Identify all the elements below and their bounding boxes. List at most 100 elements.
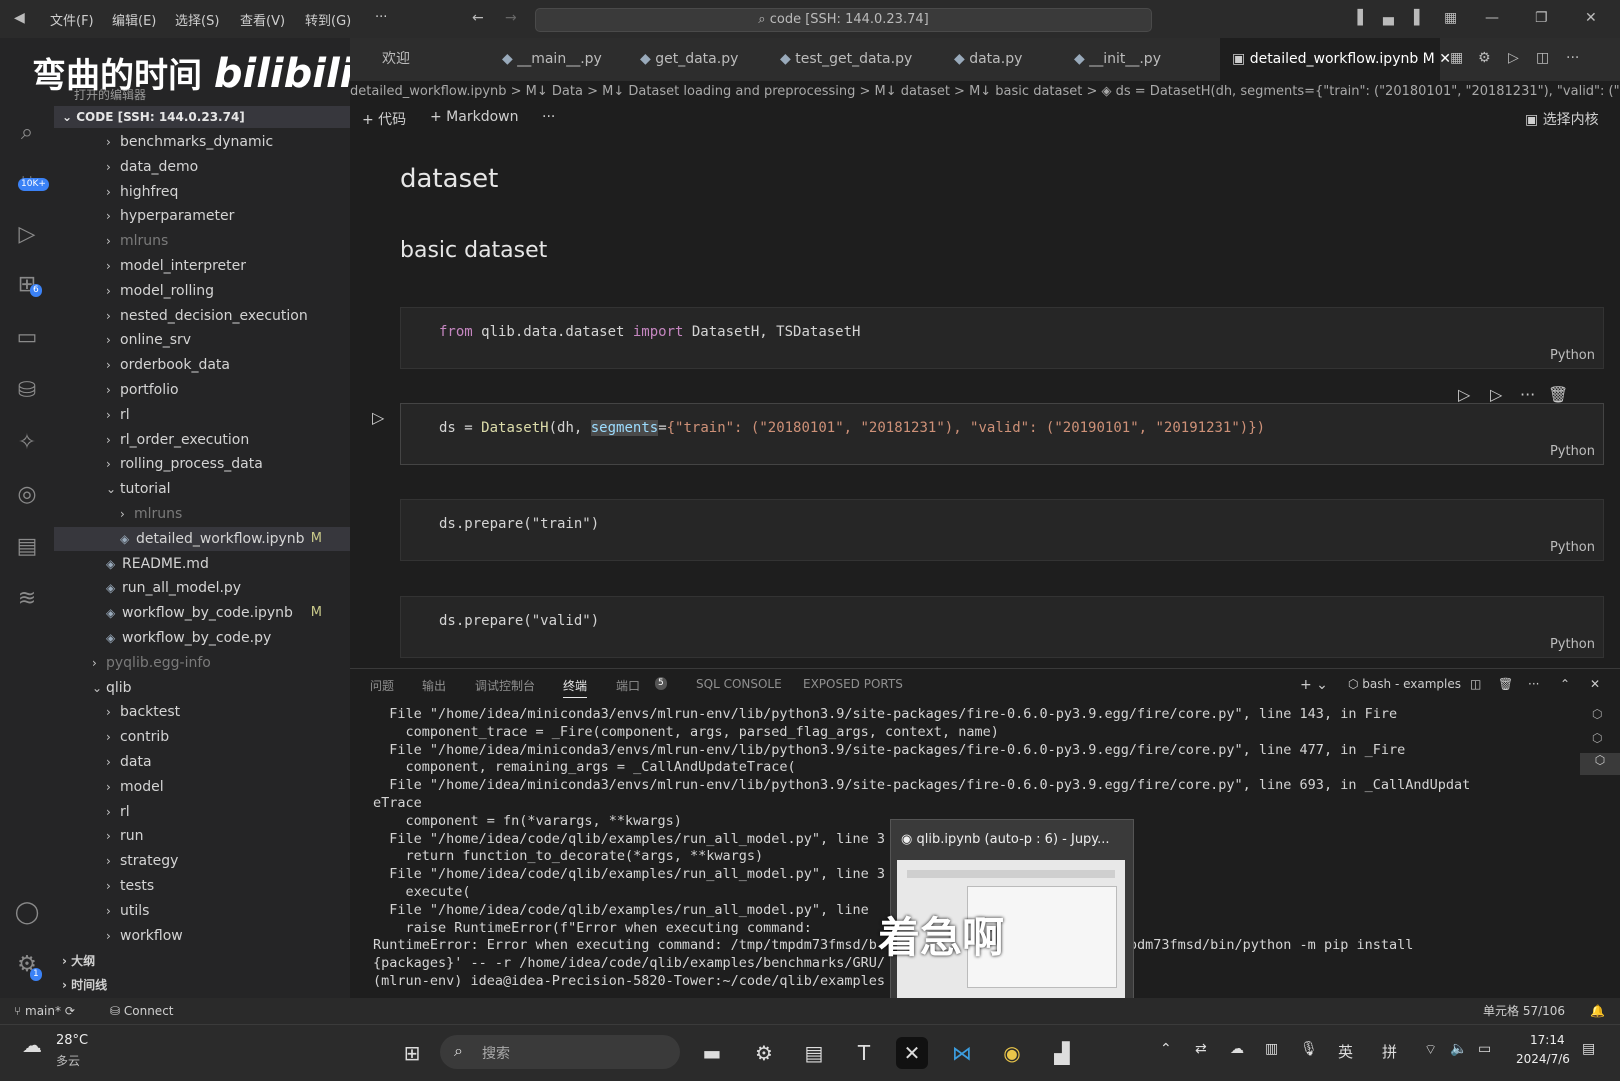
run-debug-icon[interactable]: ▷ [12,220,42,250]
folder-icon[interactable]: ▤ [12,532,42,562]
timeline-section[interactable]: › 时间线 [62,976,107,993]
ime-english[interactable]: 英 [1338,1041,1353,1062]
chrome-app-icon[interactable]: ◉ [996,1037,1028,1069]
tree-folder-item[interactable]: › hyperparameter [54,204,350,228]
new-terminal-icon[interactable]: + ⌄ [1300,677,1328,693]
tree-folder-item[interactable]: › benchmarks_dynamic [54,130,350,154]
toolbar-more-button[interactable]: ··· [542,109,555,125]
typora-icon[interactable]: T [848,1037,880,1069]
account-icon[interactable]: ◯ [12,898,42,928]
menu-view[interactable]: 查看(V) [240,10,285,29]
breadcrumb[interactable]: detailed_workflow.ipynb > M↓ Data > M↓ D… [350,81,1620,103]
run-below-icon[interactable]: ▷ [1490,385,1502,404]
terminal-instance-icon[interactable]: ⬡ [1592,731,1602,745]
delete-cell-icon[interactable]: 🗑 [1548,385,1568,404]
tree-folder-item[interactable]: › model [54,775,350,799]
remote-explorer-icon[interactable]: ▭ [12,323,42,353]
tree-file-item[interactable]: ◈ README.md [54,552,350,576]
more-actions-icon[interactable]: ··· [1566,50,1579,66]
select-kernel-button[interactable]: ▣ 选择内核 [1525,109,1599,129]
tree-folder-item[interactable]: › nested_decision_execution [54,304,350,328]
panel-tab-problems[interactable]: 问题 [370,677,394,694]
terminal-instance-active-icon[interactable]: ⬡ [1580,753,1620,775]
tab-detailed-workflow[interactable]: ▣ detailed_workflow.ipynb M ✕ [1220,38,1451,81]
tree-folder-item[interactable]: › rolling_process_data [54,452,350,476]
tree-file-item[interactable]: ◈ workflow_by_code.ipynb M [54,601,350,625]
run-all-icon[interactable]: ▷ [1508,50,1519,66]
add-code-cell-button[interactable]: + 代码 [362,109,406,129]
toggle-sidebar-icon[interactable]: ▐ [1352,10,1363,26]
clock-date[interactable]: 2024/7/6 [1516,1052,1570,1066]
panel-tab-exposed-ports[interactable]: EXPOSED PORTS [803,677,903,691]
tab-data-py[interactable]: ◆ data.py [942,38,1022,81]
cell-more-icon[interactable]: ··· [1520,385,1535,404]
git-branch-status[interactable]: ⑂ main* ⟳ [14,998,75,1024]
cell-language-label[interactable]: Python [1550,444,1595,459]
tree-folder-item[interactable]: › data_demo [54,155,350,179]
connect-status[interactable]: ⛁ Connect [110,998,174,1024]
code-cell-prepare-valid[interactable]: ds.prepare("valid") Python [400,596,1604,658]
panel-tab-ports[interactable]: 端口 [616,677,640,694]
toggle-panel-icon[interactable]: ▄ [1383,10,1394,26]
tree-file-item[interactable]: ◈ workflow_by_code.py [54,626,350,650]
cell-language-label[interactable]: Python [1550,348,1595,363]
cloud-tray-icon[interactable]: ☁ [1230,1041,1244,1057]
gear-icon[interactable]: ⚙ [1478,50,1491,66]
split-editor-icon[interactable]: ◫ [1536,50,1549,66]
explorer-root-header[interactable]: ⌄ CODE [SSH: 144.0.23.74] [54,106,350,128]
notebook-icon[interactable]: ▦ [1450,50,1463,66]
tree-folder-item[interactable]: › portfolio [54,378,350,402]
tree-folder-item[interactable]: › workflow [54,924,350,948]
tree-folder-item[interactable]: › rl [54,800,350,824]
forward-arrow-icon[interactable]: → [505,10,517,26]
code-cell-import[interactable]: from qlib.data.dataset import DatasetH, … [400,307,1604,369]
settings-app-icon[interactable]: ⚙ [748,1037,780,1069]
app-icon[interactable]: ▟ [1046,1037,1078,1069]
menu-more[interactable]: ··· [375,10,387,25]
restore-icon[interactable]: ❐ [1535,10,1548,26]
windows-start-icon[interactable]: ⊞ [396,1037,428,1069]
tree-folder-item[interactable]: › mlruns [54,502,350,526]
menu-edit[interactable]: 编辑(E) [112,10,156,29]
command-center[interactable]: ⌕ code [SSH: 144.0.23.74] [535,8,1152,32]
tree-folder-item[interactable]: › model_interpreter [54,254,350,278]
clock-time[interactable]: 17:14 [1530,1033,1565,1047]
battery-icon[interactable]: ▭ [1478,1041,1491,1057]
run-cell-icon[interactable]: ▷ [372,408,384,427]
file-manager-icon[interactable]: ▬ [696,1037,728,1069]
weather-icon[interactable]: ☁ [22,1033,42,1057]
tree-folder-item[interactable]: › mlruns [54,229,350,253]
close-panel-icon[interactable]: ✕ [1590,677,1600,691]
python-icon[interactable]: ✧ [12,428,42,458]
microphone-icon[interactable]: 🎙 [1300,1041,1318,1057]
code-cell-datasetH[interactable]: ds = DatasetH(dh, segments={"train": ("2… [400,403,1604,465]
tab-test-get-data-py[interactable]: ◆ test_get_data.py [768,38,912,81]
tree-file-item[interactable]: ◈ detailed_workflow.ipynb M [54,526,350,551]
maximize-panel-icon[interactable]: ⌃ [1560,677,1570,691]
tree-file-item[interactable]: ◈ run_all_model.py [54,576,350,600]
remote-icon[interactable]: ◎ [12,480,42,510]
code-cell-prepare-train[interactable]: ds.prepare("train") Python [400,499,1604,561]
tree-folder-item[interactable]: › backtest [54,700,350,724]
split-terminal-icon[interactable]: ◫ [1470,677,1481,691]
terminal-instance-icon[interactable]: ⬡ [1592,707,1602,721]
ime-pinyin[interactable]: 拼 [1382,1041,1397,1062]
tree-folder-item[interactable]: › rl [54,403,350,427]
tray-icon[interactable]: ▥ [1265,1041,1278,1057]
taskbar-search[interactable]: ⌕ 搜索 [440,1035,680,1069]
panel-tab-terminal[interactable]: 终端 [563,677,588,698]
back-arrow-icon[interactable]: ← [472,10,484,26]
tray-icon[interactable]: ⇄ [1195,1041,1207,1057]
customize-layout-icon[interactable]: ▦ [1444,10,1457,26]
terminal-shell-selector[interactable]: ⬡ bash - examples [1348,677,1461,691]
minimize-icon[interactable]: — [1485,10,1499,26]
tab-welcome[interactable]: 欢迎 [370,38,410,81]
vscode-app-icon[interactable]: ⋈ [946,1037,978,1069]
show-hidden-icons[interactable]: ⌃ [1160,1041,1172,1057]
toggle-secondary-sidebar-icon[interactable]: ▌ [1414,10,1425,26]
wifi-icon[interactable]: ⌔ [1424,1041,1437,1059]
outline-section[interactable]: › 大纲 [62,952,95,969]
tree-folder-item[interactable]: › contrib [54,725,350,749]
folder-app-icon[interactable]: ▤ [798,1037,830,1069]
notifications-icon[interactable]: 🔔 [1590,998,1605,1024]
